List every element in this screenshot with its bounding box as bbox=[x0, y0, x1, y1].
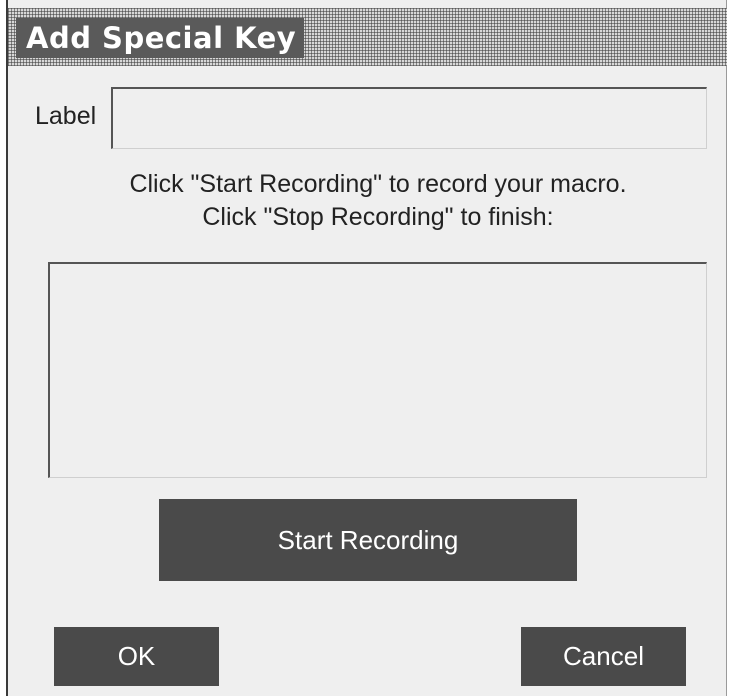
macro-recording-area[interactable] bbox=[48, 262, 707, 478]
instructions: Click "Start Recording" to record your m… bbox=[68, 168, 688, 234]
label-input[interactable] bbox=[111, 87, 707, 149]
cancel-button[interactable]: Cancel bbox=[521, 627, 686, 686]
instructions-line-stop: Click "Stop Recording" to finish: bbox=[202, 203, 554, 231]
title-bar[interactable]: Add Special Key bbox=[8, 8, 727, 66]
start-recording-button[interactable]: Start Recording bbox=[159, 499, 577, 581]
dialog-title: Add Special Key bbox=[16, 18, 305, 58]
instructions-line-start: Click "Start Recording" to record your m… bbox=[129, 170, 627, 198]
label-caption: Label bbox=[35, 102, 97, 130]
ok-button[interactable]: OK bbox=[54, 627, 219, 686]
add-special-key-dialog: Add Special Key Label Click "Start Recor… bbox=[6, 0, 727, 696]
